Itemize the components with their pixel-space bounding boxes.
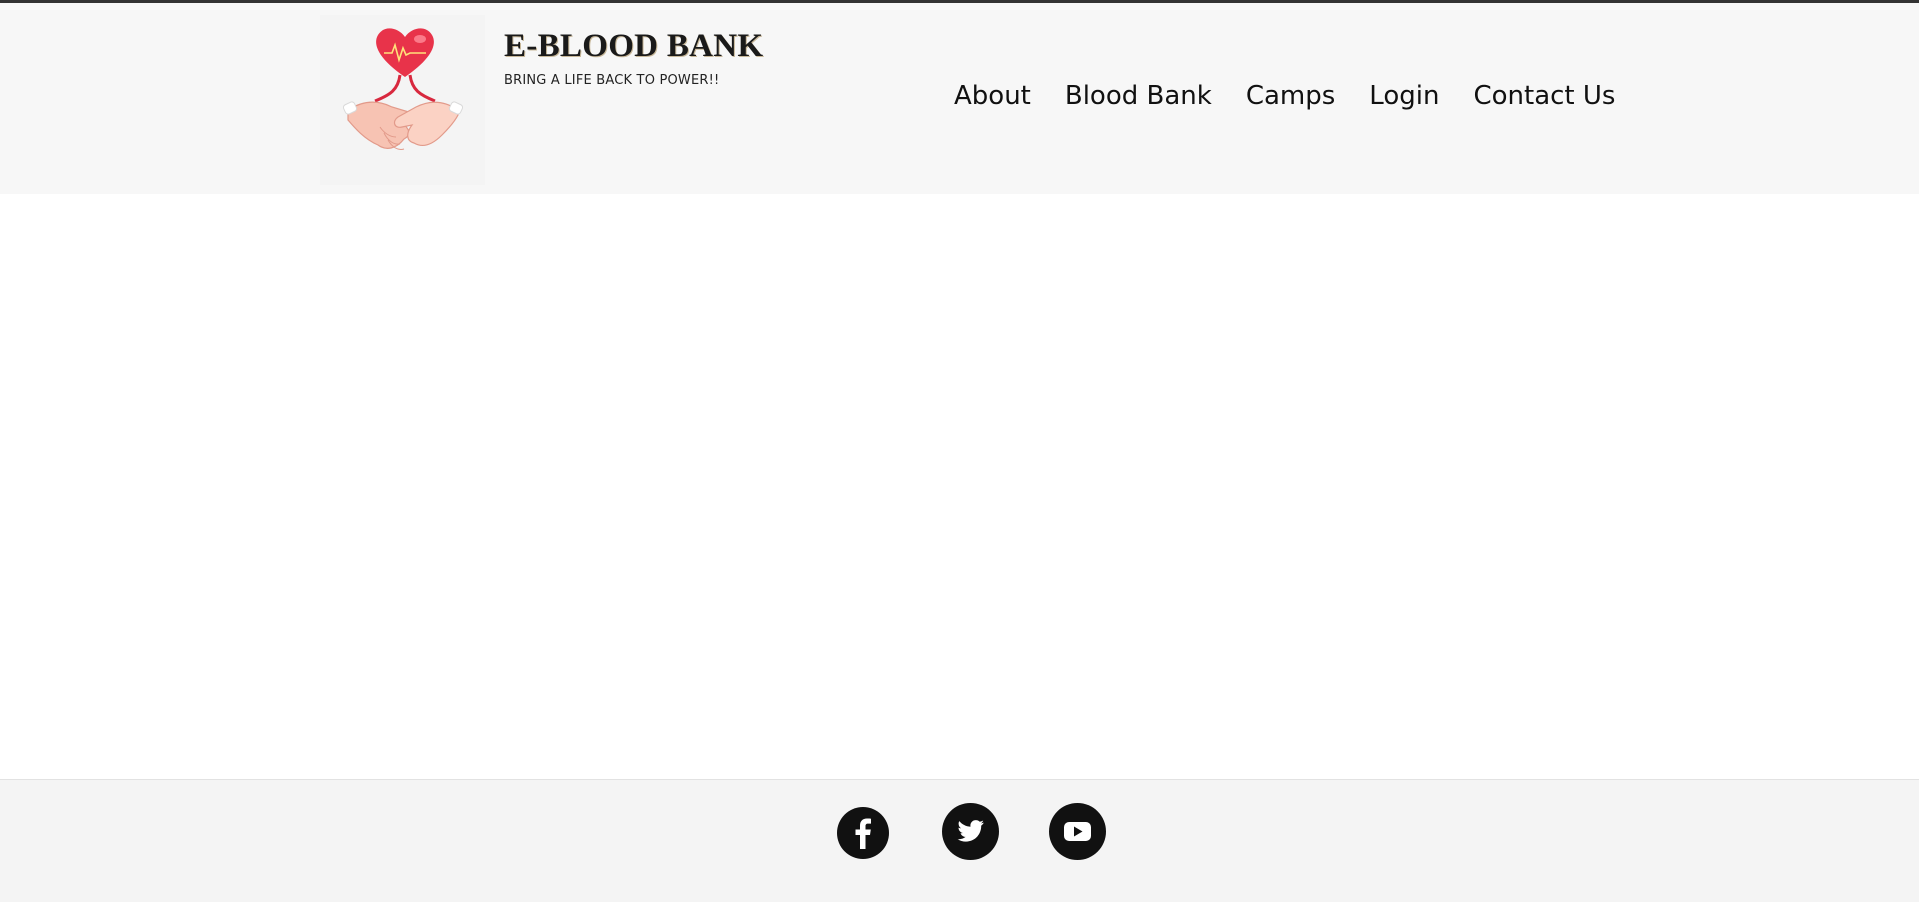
youtube-icon <box>1064 822 1091 841</box>
facebook-link[interactable] <box>837 806 889 859</box>
site-header: E-BLOOD BANK BRING A LIFE BACK TO POWER!… <box>0 3 1919 194</box>
twitter-link[interactable] <box>942 803 999 860</box>
site-logo[interactable] <box>320 15 485 185</box>
nav-blood-bank[interactable]: Blood Bank <box>1065 79 1212 113</box>
facebook-icon <box>855 818 871 849</box>
nav-camps[interactable]: Camps <box>1246 79 1335 113</box>
heart-handshake-icon <box>342 28 464 150</box>
nav-login[interactable]: Login <box>1369 79 1439 113</box>
main-content <box>0 194 1919 779</box>
brand-tagline: BRING A LIFE BACK TO POWER!! <box>504 73 720 88</box>
brand-title[interactable]: E-BLOOD BANK <box>504 27 763 65</box>
brand-block: E-BLOOD BANK BRING A LIFE BACK TO POWER!… <box>504 27 763 88</box>
nav-about[interactable]: About <box>954 79 1031 113</box>
youtube-link[interactable] <box>1049 803 1106 860</box>
site-footer <box>0 779 1919 902</box>
nav-contact-us[interactable]: Contact Us <box>1473 79 1615 113</box>
twitter-icon <box>957 820 984 842</box>
main-nav: About Blood Bank Camps Login Contact Us <box>954 79 1615 113</box>
social-links <box>837 803 1106 860</box>
